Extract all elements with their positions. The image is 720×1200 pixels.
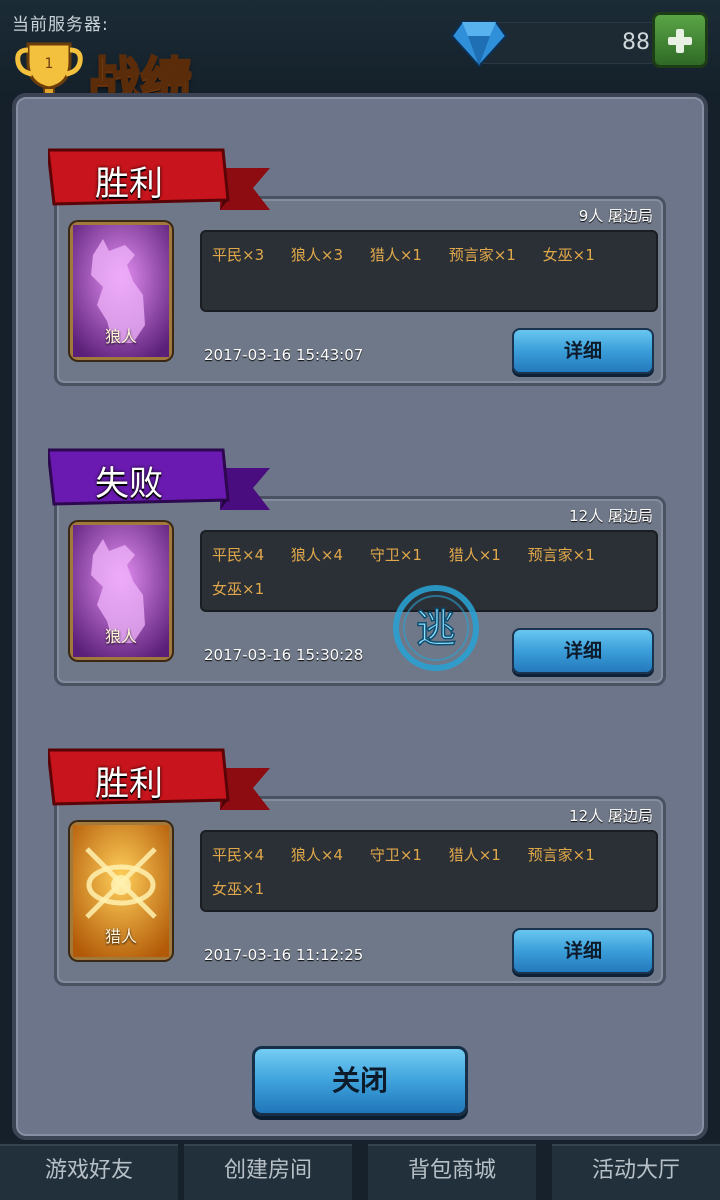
role-count: 猎人×1 bbox=[448, 546, 501, 564]
role-composition: 平民×4 狼人×4 守卫×1 猎人×1 预言家×1 女巫×1 bbox=[200, 830, 658, 912]
role-count: 女巫×1 bbox=[542, 246, 595, 264]
detail-button[interactable]: 详细 bbox=[512, 328, 654, 374]
nav-shop[interactable]: 背包商城 bbox=[368, 1144, 536, 1200]
role-count: 平民×4 bbox=[212, 846, 265, 864]
role-count: 平民×3 bbox=[212, 246, 265, 264]
game-mode-label: 9人 屠边局 bbox=[578, 207, 653, 225]
timestamp: 2017-03-16 11:12:25 bbox=[204, 946, 364, 964]
role-count: 守卫×1 bbox=[369, 846, 422, 864]
game-mode-label: 12人 屠边局 bbox=[569, 507, 653, 525]
role-composition: 平民×3 狼人×3 猎人×1 预言家×1 女巫×1 bbox=[200, 230, 658, 312]
nav-friends[interactable]: 游戏好友 bbox=[0, 1144, 178, 1200]
role-count: 狼人×3 bbox=[290, 246, 344, 264]
role-count: 猎人×1 bbox=[369, 246, 422, 264]
role-name: 狼人 bbox=[104, 327, 137, 346]
timestamp: 2017-03-16 15:43:07 bbox=[204, 346, 364, 364]
server-label: 当前服务器: bbox=[12, 15, 109, 35]
role-card: 狼人 bbox=[70, 522, 172, 660]
svg-text:1: 1 bbox=[45, 56, 54, 72]
role-count: 预言家×1 bbox=[527, 546, 595, 564]
add-gems-button[interactable] bbox=[652, 12, 708, 68]
role-count: 狼人×4 bbox=[290, 846, 344, 864]
nav-events[interactable]: 活动大厅 bbox=[552, 1144, 720, 1200]
role-count: 猎人×1 bbox=[448, 846, 501, 864]
role-count: 平民×4 bbox=[212, 546, 265, 564]
escape-label: 逃 bbox=[416, 606, 456, 652]
role-count: 女巫×1 bbox=[212, 880, 265, 898]
role-name: 狼人 bbox=[104, 627, 137, 646]
escape-badge: 逃 bbox=[393, 585, 479, 671]
game-mode-label: 12人 屠边局 bbox=[569, 807, 653, 825]
result-label: 失败 bbox=[95, 464, 163, 504]
role-count: 预言家×1 bbox=[448, 246, 516, 264]
nav-create-room[interactable]: 创建房间 bbox=[184, 1144, 352, 1200]
result-label: 胜利 bbox=[95, 164, 163, 204]
gem-count: 88 bbox=[622, 30, 650, 55]
detail-button[interactable]: 详细 bbox=[512, 928, 654, 974]
role-card: 狼人 bbox=[70, 222, 172, 360]
role-card: 猎人 bbox=[70, 822, 172, 960]
diamond-icon bbox=[450, 21, 508, 68]
detail-button[interactable]: 详细 bbox=[512, 628, 654, 674]
role-count: 狼人×4 bbox=[290, 546, 344, 564]
role-count: 守卫×1 bbox=[369, 546, 422, 564]
role-count: 女巫×1 bbox=[212, 580, 265, 598]
role-count: 预言家×1 bbox=[527, 846, 595, 864]
result-label: 胜利 bbox=[95, 764, 163, 804]
timestamp: 2017-03-16 15:30:28 bbox=[204, 646, 364, 664]
close-button[interactable]: 关闭 bbox=[252, 1046, 468, 1116]
role-name: 猎人 bbox=[104, 927, 137, 946]
